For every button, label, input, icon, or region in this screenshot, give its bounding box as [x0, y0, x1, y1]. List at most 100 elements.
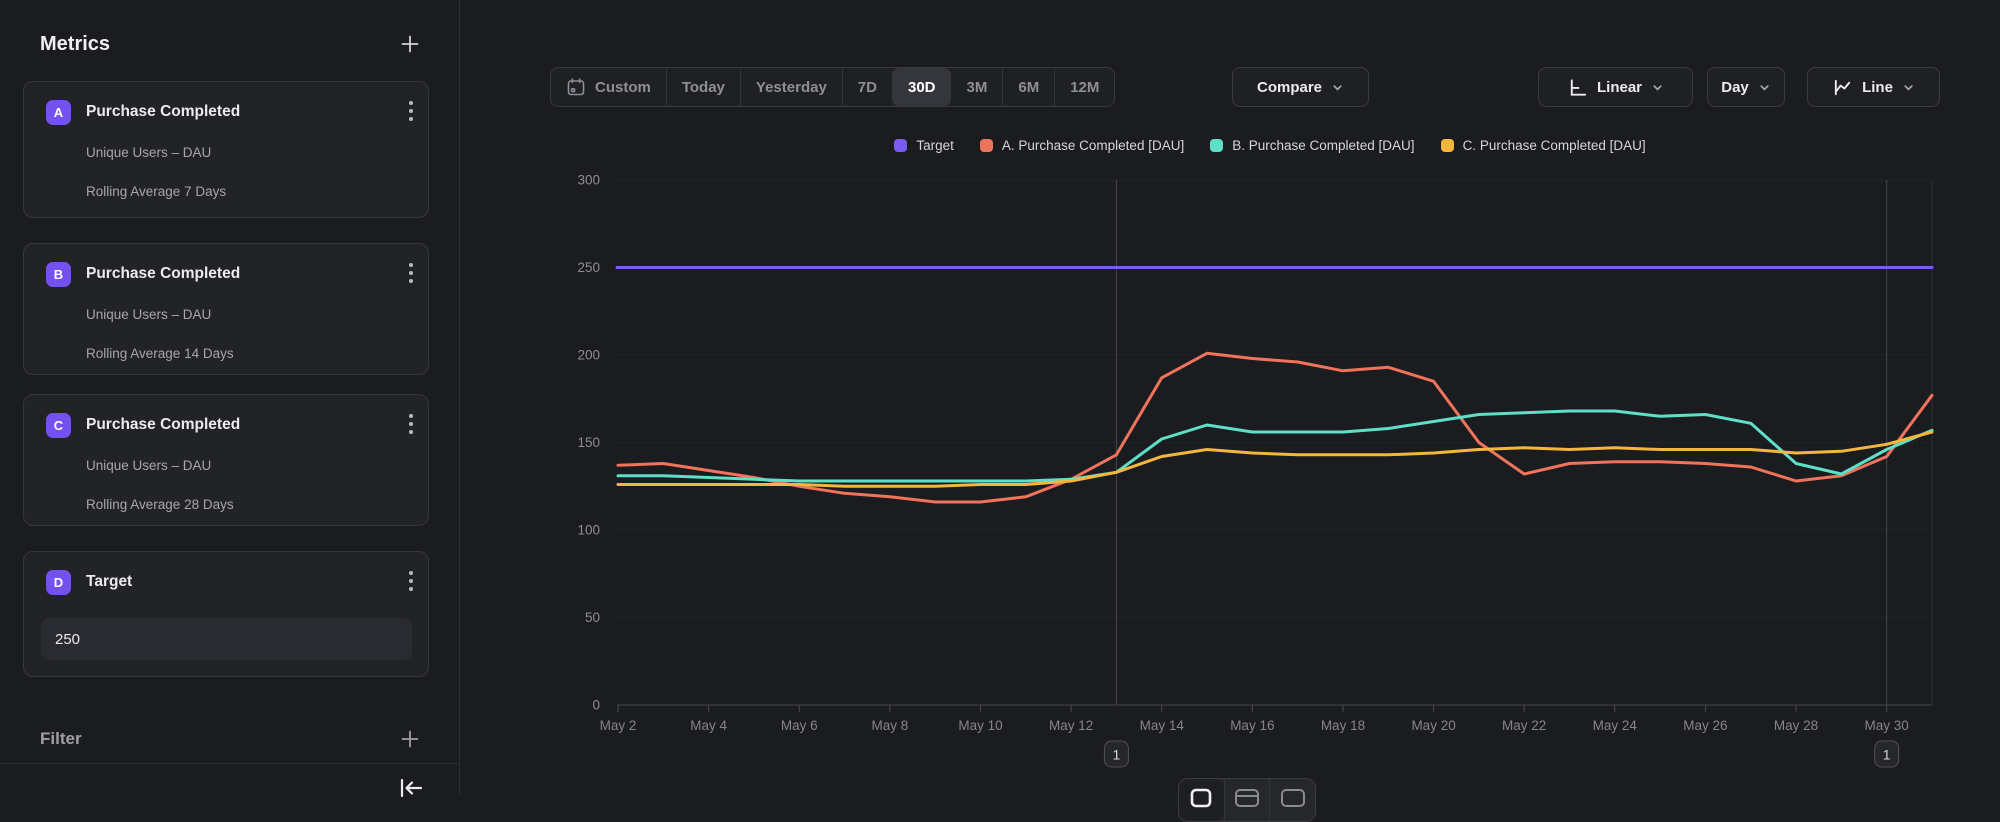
view-toggle-table[interactable]	[1269, 779, 1315, 821]
metric-title: Purchase Completed	[86, 416, 240, 434]
metric-badge-b: B	[46, 262, 71, 287]
scale-label: Linear	[1597, 79, 1642, 96]
metrics-sidebar: Metrics A Purchase Completed Unique User…	[0, 0, 460, 796]
kebab-icon	[408, 261, 414, 285]
annotation-badge[interactable]	[1875, 741, 1899, 767]
metric-rolling-average: Rolling Average 14 Days	[86, 346, 234, 361]
x-axis-label: May 8	[871, 718, 908, 733]
legend-item[interactable]: C. Purchase Completed [DAU]	[1441, 138, 1646, 153]
y-axis-label: 50	[585, 610, 600, 625]
calendar-icon	[566, 77, 586, 97]
legend-swatch	[894, 139, 907, 152]
sidebar-title: Metrics	[40, 33, 110, 56]
range-tab-label: 12M	[1070, 79, 1099, 96]
legend-swatch	[1210, 139, 1223, 152]
target-card[interactable]: D Target	[23, 551, 429, 677]
metric-menu-button[interactable]	[408, 99, 414, 123]
series-line-2	[618, 411, 1932, 481]
range-tab-label: 6M	[1018, 79, 1039, 96]
legend-label: B. Purchase Completed [DAU]	[1232, 138, 1414, 153]
chart-type-label: Line	[1862, 79, 1893, 96]
range-tab-12m[interactable]: 12M	[1054, 68, 1114, 106]
x-axis-label: May 26	[1683, 718, 1727, 733]
x-axis-label: May 28	[1774, 718, 1818, 733]
x-axis-label: May 30	[1865, 718, 1909, 733]
x-axis-label: May 24	[1593, 718, 1638, 733]
series-line-1	[618, 353, 1932, 502]
view-toggle-split[interactable]	[1224, 779, 1270, 821]
metric-rolling-average: Rolling Average 28 Days	[86, 497, 234, 512]
granularity-select-button[interactable]: Day	[1707, 67, 1785, 107]
annotation-badge[interactable]	[1104, 741, 1128, 767]
plus-icon	[399, 33, 421, 55]
metric-title: Purchase Completed	[86, 103, 240, 121]
date-range-control: CustomToday Yesterday 7D 30D 3M 6M 12M	[550, 67, 1115, 107]
x-axis-label: May 18	[1321, 718, 1365, 733]
x-axis-label: May 6	[781, 718, 818, 733]
range-tab-yesterday[interactable]: Yesterday	[740, 68, 842, 106]
metric-card-a[interactable]: A Purchase Completed Unique Users – DAU …	[23, 81, 429, 218]
metric-measure: Unique Users – DAU	[86, 145, 211, 160]
x-axis-label: May 14	[1140, 718, 1185, 733]
range-tab-today[interactable]: Today	[666, 68, 740, 106]
x-axis-label: May 22	[1502, 718, 1546, 733]
y-axis-label: 0	[592, 698, 600, 713]
range-tab-label: 30D	[908, 79, 936, 96]
y-axis-label: 100	[577, 523, 600, 538]
y-axis-label: 300	[577, 173, 600, 188]
legend-label: Target	[916, 138, 954, 153]
y-axis-label: 200	[577, 348, 600, 363]
x-axis-label: May 2	[600, 718, 637, 733]
scale-select-button[interactable]: Linear	[1538, 67, 1693, 107]
legend-item[interactable]: B. Purchase Completed [DAU]	[1210, 138, 1414, 153]
x-axis-label: May 4	[690, 718, 727, 733]
metric-badge-c: C	[46, 413, 71, 438]
y-axis-label: 150	[577, 435, 600, 450]
legend-label: A. Purchase Completed [DAU]	[1002, 138, 1184, 153]
sidebar-footer-divider	[0, 763, 459, 764]
compare-label: Compare	[1257, 79, 1322, 96]
chart-type-select-button[interactable]: Line	[1807, 67, 1940, 107]
metric-measure: Unique Users – DAU	[86, 458, 211, 473]
legend-swatch	[980, 139, 993, 152]
compare-button[interactable]: Compare	[1232, 67, 1369, 107]
metric-menu-button[interactable]	[408, 261, 414, 285]
table-view-icon	[1280, 788, 1306, 818]
x-axis-label: May 16	[1230, 718, 1274, 733]
x-axis-label: May 12	[1049, 718, 1093, 733]
kebab-icon	[408, 569, 414, 593]
metric-card-c[interactable]: C Purchase Completed Unique Users – DAU …	[23, 394, 429, 526]
line-chart-icon	[1832, 77, 1853, 98]
filter-section-title: Filter	[40, 729, 82, 749]
annotation-badge-label: 1	[1883, 747, 1891, 763]
metric-menu-button[interactable]	[408, 412, 414, 436]
plus-icon	[399, 728, 421, 750]
metric-measure: Unique Users – DAU	[86, 307, 211, 322]
y-axis-label: 250	[577, 260, 600, 275]
target-title: Target	[86, 573, 132, 591]
target-menu-button[interactable]	[408, 569, 414, 593]
metric-card-b[interactable]: B Purchase Completed Unique Users – DAU …	[23, 243, 429, 375]
chevron-down-icon	[1902, 81, 1915, 94]
series-line-3	[618, 432, 1932, 486]
range-tab-label: Yesterday	[756, 79, 827, 96]
add-filter-button[interactable]	[399, 728, 421, 750]
linear-axis-icon	[1567, 77, 1588, 98]
legend-item[interactable]: A. Purchase Completed [DAU]	[980, 138, 1184, 153]
range-tab-30d[interactable]: 30D	[892, 68, 951, 106]
legend-item[interactable]: Target	[894, 138, 954, 153]
metric-title: Purchase Completed	[86, 265, 240, 283]
split-view-icon	[1234, 788, 1260, 818]
legend-swatch	[1441, 139, 1454, 152]
range-tab-7d[interactable]: 7D	[842, 68, 892, 106]
range-tab-3m[interactable]: 3M	[951, 68, 1003, 106]
view-toggle-chart[interactable]	[1179, 779, 1224, 821]
range-tab-custom[interactable]: Custom	[551, 68, 666, 106]
chart-view-icon	[1188, 788, 1214, 818]
kebab-icon	[408, 99, 414, 123]
add-metric-button[interactable]	[399, 33, 421, 55]
kebab-icon	[408, 412, 414, 436]
chevron-down-icon	[1651, 81, 1664, 94]
range-tab-6m[interactable]: 6M	[1002, 68, 1054, 106]
target-value-input[interactable]	[41, 618, 412, 660]
